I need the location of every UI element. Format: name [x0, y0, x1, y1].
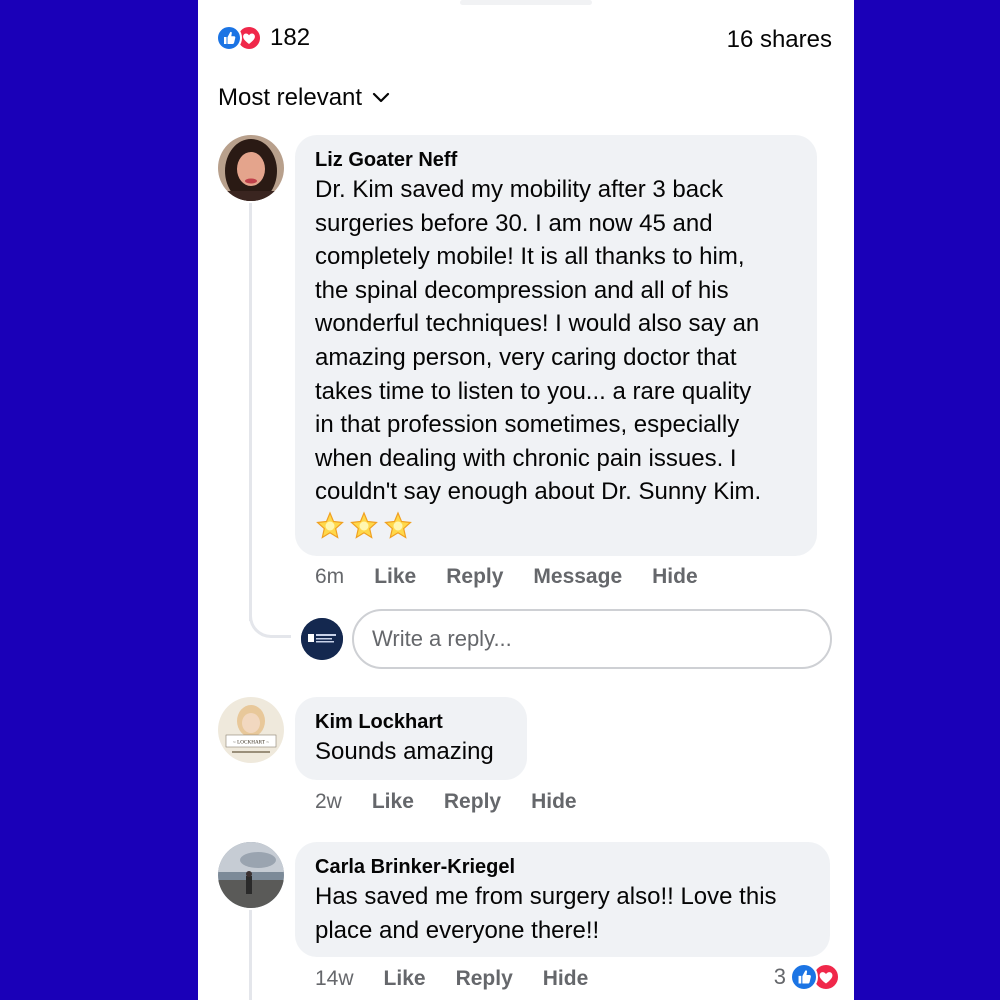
sheet-grabber[interactable] [460, 0, 592, 5]
reply-button[interactable]: Reply [446, 565, 503, 589]
star-emojis [315, 511, 797, 541]
sort-dropdown[interactable]: Most relevant [218, 84, 390, 112]
comment-time[interactable]: 14w [315, 967, 354, 991]
reply-input[interactable] [352, 609, 832, 669]
comment-text: Sounds amazing [315, 738, 494, 765]
avatar-kim-lockhart-icon: ~ LOCKHART ~ [218, 697, 284, 763]
comment-line: completely mobile! It is all thanks to h… [315, 243, 745, 271]
comment-line: surgeries before 30. I am now 45 and [315, 209, 713, 237]
chevron-down-icon [372, 92, 390, 103]
thread-line [249, 203, 252, 621]
comment-line: when dealing with chronic pain issues. I [315, 444, 737, 472]
hide-button[interactable]: Hide [652, 565, 698, 589]
comment-bubble: Carla Brinker-Kriegel Has saved me from … [295, 842, 830, 957]
reply-button[interactable]: Reply [456, 967, 513, 991]
avatar[interactable] [218, 135, 284, 201]
comment-author[interactable]: Kim Lockhart [315, 709, 507, 735]
avatar[interactable]: ~ LOCKHART ~ [218, 697, 284, 763]
star-emoji [316, 511, 344, 539]
sort-label: Most relevant [218, 84, 363, 111]
comment-line: in that profession sometimes, especially [315, 411, 740, 439]
comment-line: place and everyone there!! [315, 916, 600, 944]
like-icon [790, 963, 818, 991]
reply-button[interactable]: Reply [444, 790, 501, 814]
thread-connector [249, 610, 291, 638]
comment-time[interactable]: 6m [315, 565, 344, 589]
page-avatar[interactable] [301, 618, 343, 660]
avatar[interactable] [218, 842, 284, 908]
comment-actions: 14w Like Reply Hide [315, 967, 618, 991]
comment-author[interactable]: Liz Goater Neff [315, 147, 797, 173]
shares-count[interactable]: 16 shares [727, 26, 832, 54]
hide-button[interactable]: Hide [531, 790, 577, 814]
comment-line: Has saved me from surgery also!! Love th… [315, 883, 777, 910]
message-button[interactable]: Message [533, 565, 622, 589]
post-reactions[interactable]: 182 [216, 24, 310, 52]
svg-text:~ LOCKHART ~: ~ LOCKHART ~ [233, 740, 269, 746]
reaction-count: 182 [270, 24, 311, 51]
comment-bubble: Kim Lockhart Sounds amazing [295, 697, 527, 780]
like-button[interactable]: Like [384, 967, 426, 991]
comment-time[interactable]: 2w [315, 790, 342, 814]
thread-line [249, 910, 252, 1000]
page-logo-icon [301, 618, 343, 660]
like-icon [216, 25, 242, 51]
comment-text: Dr. Kim saved my mobility after 3 back s… [315, 173, 797, 509]
comment-line: amazing person, very caring doctor that [315, 343, 737, 371]
comment-actions: 6m Like Reply Message Hide [315, 565, 728, 589]
hide-button[interactable]: Hide [543, 967, 589, 991]
comment-line: wonderful techniques! I would also say a… [315, 310, 760, 338]
comment-line: the spinal decompression and all of his [315, 276, 729, 304]
star-emoji [350, 511, 378, 539]
avatar-carla-brinker-kriegel-icon [218, 842, 284, 908]
comments-panel: 182 16 shares Most relevant Liz Goater N… [198, 0, 854, 1000]
like-button[interactable]: Like [374, 565, 416, 589]
comment-text: Has saved me from surgery also!! Love th… [315, 880, 810, 947]
avatar-liz-goater-neff-icon [218, 135, 284, 201]
comment-reaction-count: 3 [773, 964, 786, 989]
comment-reactions[interactable]: 3 [774, 963, 840, 991]
comment-bubble: Liz Goater Neff Dr. Kim saved my mobilit… [295, 135, 817, 556]
comment-line: couldn't say enough about Dr. Sunny Kim. [315, 478, 762, 506]
like-button[interactable]: Like [372, 790, 414, 814]
comment-author[interactable]: Carla Brinker-Kriegel [315, 854, 810, 880]
comment-line: Dr. Kim saved my mobility after 3 back [315, 176, 724, 203]
comment-actions: 2w Like Reply Hide [315, 790, 607, 814]
comment-line: takes time to listen to you... a rare qu… [315, 377, 752, 405]
star-emoji [384, 511, 412, 539]
